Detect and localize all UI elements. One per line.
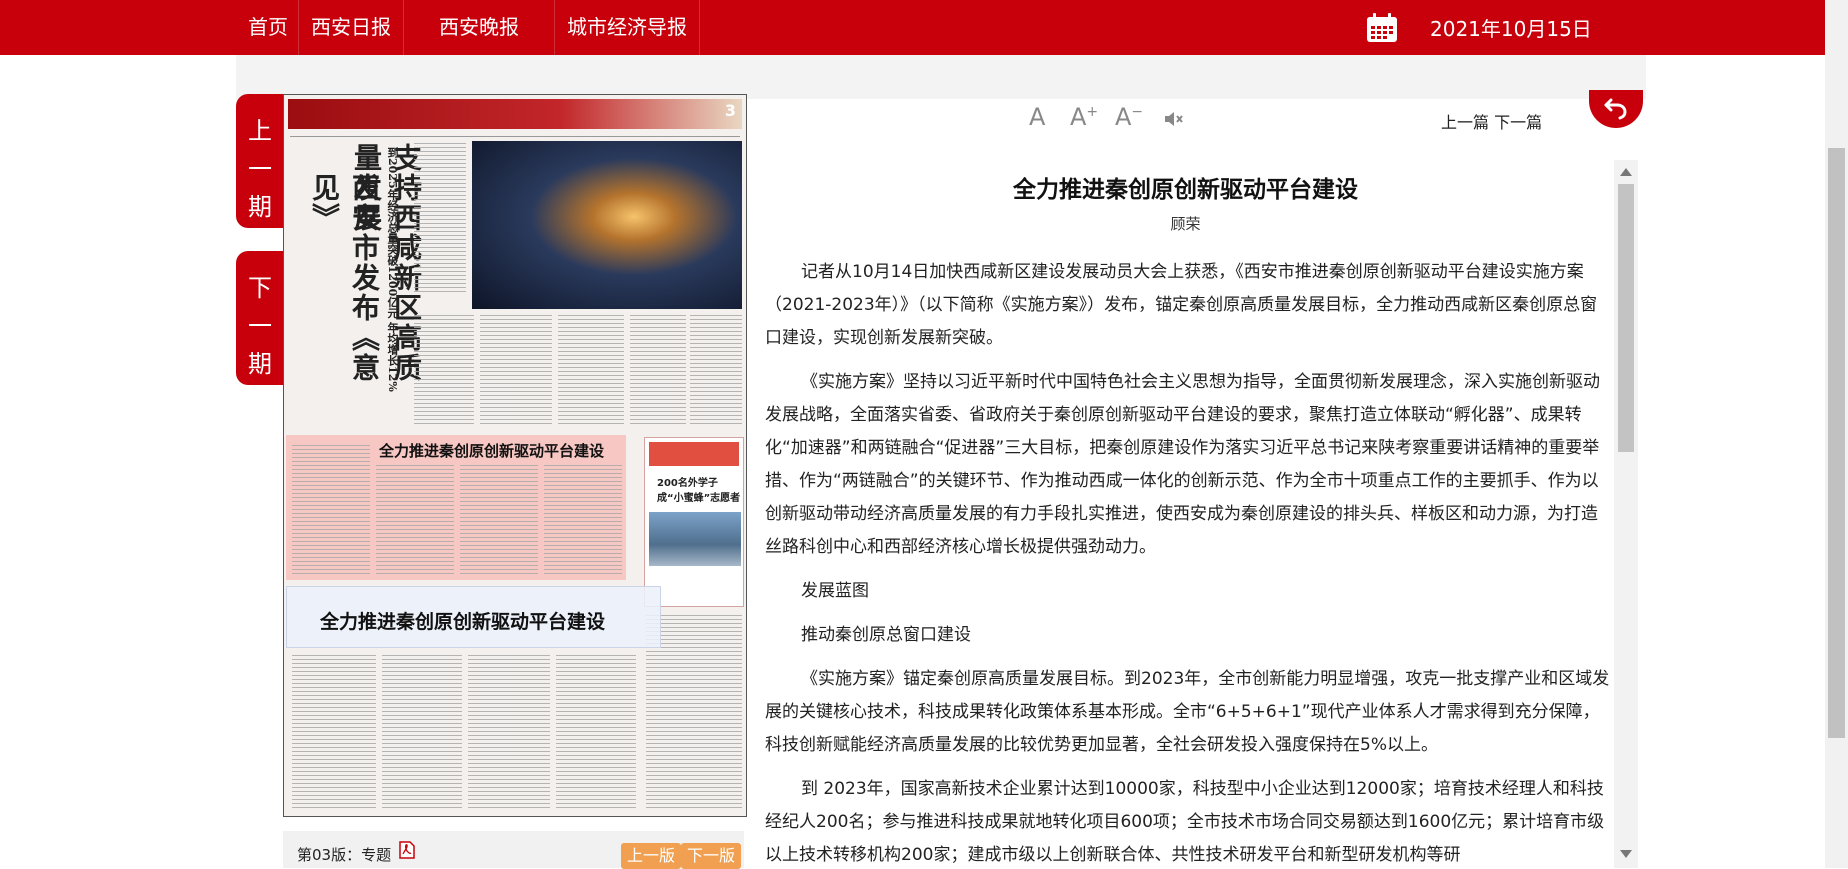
text-column: [414, 315, 474, 425]
text-column: [630, 315, 686, 425]
text-column: [558, 315, 624, 425]
article-title: 全力推进秦创原创新驱动平台建设: [1013, 177, 1358, 203]
box-title: 200名外学子成“小蜜蜂”志愿者: [657, 478, 741, 504]
scroll-down-arrow-icon[interactable]: [1620, 850, 1632, 858]
text-column: [414, 143, 466, 293]
text-column: [382, 655, 462, 811]
text-column: [376, 465, 454, 575]
page-scrollbar[interactable]: [1825, 0, 1848, 868]
minus-sign: −: [1131, 104, 1144, 120]
prev-issue-button[interactable]: 上一期: [236, 94, 284, 228]
text-column: [292, 655, 376, 811]
pdf-icon[interactable]: [399, 841, 415, 859]
nav-home[interactable]: 首页: [236, 0, 299, 55]
text-column: [480, 315, 552, 425]
page-dateline: [290, 131, 740, 137]
article-content: 全力推进秦创原创新驱动平台建设 顾荣 记者从10月14日加快西咸新区建设发展动员…: [757, 158, 1614, 868]
page-main-headline[interactable]: 支持西咸新区高质量发展 西安市发布《意见》 到2025年经济总量突破1200亿元…: [294, 143, 423, 403]
text-column: [544, 465, 622, 575]
text-column: [690, 315, 742, 425]
nav-xian-evening[interactable]: 西安晚报: [404, 0, 555, 55]
next-page-button[interactable]: 下一版: [681, 843, 742, 869]
main-nav: 首页 西安日报 西安晚报 城市经济导报: [236, 0, 700, 55]
next-issue-button[interactable]: 下一期: [236, 251, 284, 385]
font-smaller-button[interactable]: A−: [1115, 103, 1143, 131]
font-smaller-letter: A: [1115, 103, 1132, 131]
paragraph: 《实施方案》锚定秦创原高质量发展目标。到2023年，全市创新能力明显增强，攻克一…: [765, 669, 1610, 755]
article-scroll-thumb[interactable]: [1618, 184, 1634, 452]
nav-city-economy[interactable]: 城市经济导报: [555, 0, 700, 55]
prev-article-link[interactable]: 上一篇: [1441, 113, 1489, 132]
headline-subtitle: 到2025年经济总量突破1200亿元 年均增长12%: [386, 147, 399, 392]
prev-page-button[interactable]: 上一版: [621, 843, 682, 869]
calendar-icon[interactable]: [1366, 13, 1398, 43]
nav-xian-daily[interactable]: 西安日报: [299, 0, 404, 55]
page-number-badge: 3: [724, 101, 736, 120]
paragraph: 《实施方案》坚持以习近平新时代中国特色社会主义思想为指导，全面贯彻新发展理念，深…: [765, 372, 1600, 557]
next-issue-label: 下一期: [248, 274, 272, 378]
return-arrow-icon: [1604, 98, 1627, 120]
paragraph: 到 2023年，国家高新技术企业累计达到10000家，科技型中小企业达到1200…: [765, 779, 1605, 865]
font-normal-button[interactable]: A: [1029, 103, 1045, 131]
highlighted-article-title: 全力推进秦创原创新驱动平台建设: [379, 442, 605, 460]
page-scroll-thumb[interactable]: [1828, 148, 1845, 738]
night-city-photo[interactable]: [472, 141, 742, 309]
page-info-bar: 第03版：专题 上一版 下一版: [283, 831, 744, 869]
next-article-link[interactable]: 下一篇: [1494, 113, 1542, 132]
page-label: 第03版：专题: [297, 846, 392, 864]
article-body: 记者从10月14日加快西咸新区建设发展动员大会上获悉，《西安市推进秦创原创新驱动…: [765, 256, 1611, 868]
paragraph: 记者从10月14日加快西咸新区建设发展动员大会上获悉，《西安市推进秦创原创新驱动…: [765, 262, 1598, 348]
section-heading: 发展蓝图: [801, 581, 869, 601]
top-nav-bar: 首页 西安日报 西安晚报 城市经济导报 2021年10月15日: [0, 0, 1848, 55]
text-column: [468, 655, 550, 811]
current-date: 2021年10月15日: [1430, 17, 1592, 41]
volunteer-photo: [649, 512, 741, 566]
box-banner: [649, 442, 739, 466]
article-nav-links: 上一篇 下一篇: [1441, 109, 1542, 133]
article-author: 顾荣: [1170, 215, 1201, 233]
hovered-article-title: 全力推进秦创原创新驱动平台建设: [320, 611, 606, 633]
scroll-up-arrow-icon[interactable]: [1620, 168, 1632, 176]
newspaper-page-image[interactable]: 3 支持西咸新区高质量发展 西安市发布《意见》 到2025年经济总量突破1200…: [283, 94, 747, 817]
font-larger-letter: A: [1070, 103, 1087, 131]
article-scrollbar[interactable]: [1614, 160, 1638, 868]
text-column: [556, 655, 636, 811]
section-heading: 推动秦创原总窗口建设: [801, 625, 971, 645]
text-column: [292, 445, 370, 575]
page-header-banner: 3: [288, 99, 742, 129]
article-toolbar: A A+ A− 上一篇 下一篇: [757, 99, 1638, 139]
text-column: [460, 465, 538, 575]
speaker-mute-icon[interactable]: [1163, 109, 1185, 129]
prev-issue-label: 上一期: [248, 117, 272, 221]
plus-sign: +: [1086, 104, 1099, 120]
font-larger-button[interactable]: A+: [1070, 103, 1098, 131]
headline-line-2: 西安市发布《意见》: [308, 173, 381, 383]
sub-bar: [236, 55, 1646, 99]
volunteer-article-box[interactable]: 200名外学子成“小蜜蜂”志愿者: [644, 437, 744, 607]
